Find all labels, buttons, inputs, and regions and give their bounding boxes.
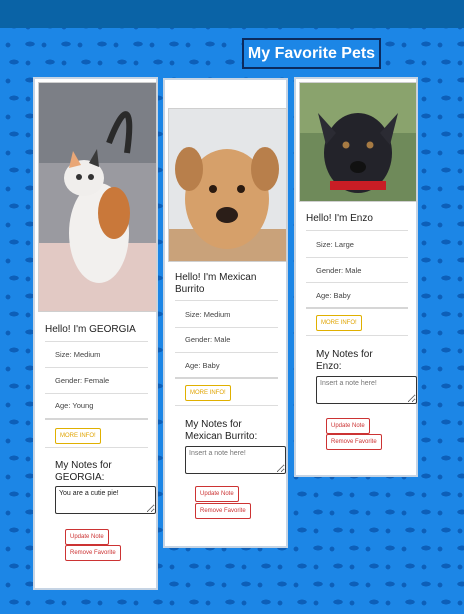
pet-greeting: Hello! I'm Enzo <box>306 213 373 224</box>
divider <box>306 257 408 258</box>
notes-heading: My Notes for Enzo: <box>316 349 373 372</box>
pet-greeting: Hello! I'm Mexican Burrito <box>175 272 257 295</box>
divider <box>306 307 408 309</box>
pet-size: Size: Medium <box>185 310 231 319</box>
note-textarea[interactable]: You are a cutie pie! <box>55 486 156 514</box>
pet-photo-calico-cat <box>38 82 157 312</box>
divider <box>45 418 148 420</box>
divider <box>45 393 148 394</box>
pet-size: Size: Large <box>316 240 354 249</box>
pet-age: Age: Baby <box>185 361 220 370</box>
divider <box>175 352 278 353</box>
divider <box>306 230 408 231</box>
notes-heading: My Notes for GEORGIA: <box>55 460 112 483</box>
divider <box>175 405 278 406</box>
divider <box>306 282 408 283</box>
pet-size: Size: Medium <box>55 350 101 359</box>
page-title: My Favorite Pets <box>242 38 381 69</box>
pet-age: Age: Young <box>55 401 94 410</box>
remove-favorite-button[interactable]: Remove Favorite <box>326 434 382 450</box>
pet-age: Age: Baby <box>316 291 351 300</box>
pet-card-enzo: Hello! I'm Enzo Size: Large Gender: Male… <box>294 77 418 477</box>
update-note-button[interactable]: Update Note <box>65 529 109 545</box>
pet-gender: Gender: Female <box>55 376 110 385</box>
pet-photo-black-puppy <box>299 82 417 202</box>
pet-gender: Gender: Male <box>185 335 231 344</box>
more-info-button[interactable]: MORE INFO! <box>185 385 231 401</box>
more-info-button[interactable]: MORE INFO! <box>55 428 101 444</box>
pet-greeting: Hello! I'm GEORGIA <box>45 324 136 335</box>
notes-heading: My Notes for Mexican Burrito: <box>185 419 258 442</box>
divider <box>175 327 278 328</box>
more-info-button[interactable]: MORE INFO! <box>316 315 362 331</box>
pet-photo-tan-puppy <box>168 108 287 262</box>
divider <box>175 300 278 301</box>
divider <box>45 447 148 448</box>
pet-gender: Gender: Male <box>316 266 362 275</box>
remove-favorite-button[interactable]: Remove Favorite <box>65 545 121 561</box>
pet-card-georgia: Hello! I'm GEORGIA Size: Medium Gender: … <box>33 77 158 590</box>
note-textarea[interactable] <box>316 376 417 404</box>
divider <box>45 341 148 342</box>
top-bar <box>0 0 464 28</box>
divider <box>175 377 278 379</box>
remove-favorite-button[interactable]: Remove Favorite <box>195 503 251 519</box>
update-note-button[interactable]: Update Note <box>195 486 239 502</box>
pet-card-mexican-burrito: Hello! I'm Mexican Burrito Size: Medium … <box>163 78 288 548</box>
note-textarea[interactable] <box>185 446 286 474</box>
divider <box>306 335 408 336</box>
update-note-button[interactable]: Update Note <box>326 418 370 434</box>
divider <box>45 367 148 368</box>
